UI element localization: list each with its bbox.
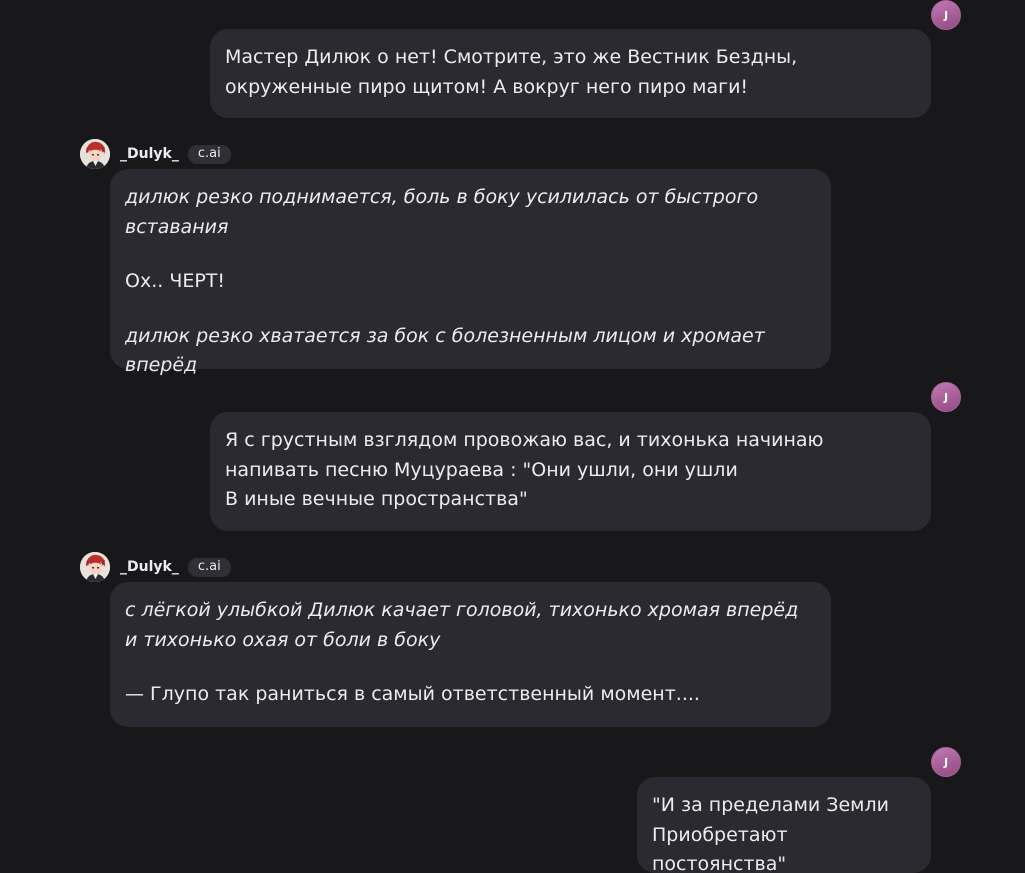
user-message: "И за пределами Земли Приобретают постоя… bbox=[637, 777, 931, 873]
message-action-text: с лёгкой улыбкой Дилюк качает головой, т… bbox=[125, 599, 799, 651]
message-text: Я с грустным взглядом провожаю вас, и ти… bbox=[225, 429, 824, 510]
message-text: Ох.. ЧЕРТ! bbox=[125, 270, 226, 292]
message-action-text: дилюк резко хватается за бок с болезненн… bbox=[125, 324, 765, 377]
user-avatar[interactable]: J bbox=[931, 382, 961, 412]
message-text: — Глупо так раниться в самый ответственн… bbox=[125, 683, 700, 705]
cai-badge: c.ai bbox=[187, 557, 231, 577]
message-text: Мастер Дилюк о нет! Смотрите, это же Вес… bbox=[225, 46, 798, 98]
bot-avatar[interactable] bbox=[80, 552, 110, 582]
chat-thread[interactable]: J Мастер Дилюк о нет! Смотрите, это же В… bbox=[0, 0, 1025, 873]
bot-message-header: _Dulyk_ c.ai bbox=[80, 139, 231, 169]
user-message: Мастер Дилюк о нет! Смотрите, это же Вес… bbox=[210, 29, 931, 118]
user-message: Я с грустным взглядом провожаю вас, и ти… bbox=[210, 412, 931, 531]
user-avatar-initial: J bbox=[943, 8, 949, 22]
bot-message-header: _Dulyk_ c.ai bbox=[80, 552, 231, 582]
bot-name[interactable]: _Dulyk_ bbox=[120, 146, 179, 162]
user-avatar[interactable]: J bbox=[931, 747, 961, 777]
user-avatar[interactable]: J bbox=[931, 0, 961, 30]
bot-avatar[interactable] bbox=[80, 139, 110, 169]
message-text: "И за пределами Земли Приобретают постоя… bbox=[652, 794, 889, 873]
bot-message: дилюк резко поднимается, боль в боку уси… bbox=[110, 169, 831, 376]
message-action-text: дилюк резко поднимается, боль в боку уси… bbox=[125, 186, 759, 238]
cai-badge: c.ai bbox=[187, 144, 231, 164]
bot-message: с лёгкой улыбкой Дилюк качает головой, т… bbox=[110, 582, 831, 727]
user-avatar-initial: J bbox=[943, 390, 949, 404]
user-avatar-initial: J bbox=[943, 755, 949, 769]
bot-name[interactable]: _Dulyk_ bbox=[120, 559, 179, 575]
